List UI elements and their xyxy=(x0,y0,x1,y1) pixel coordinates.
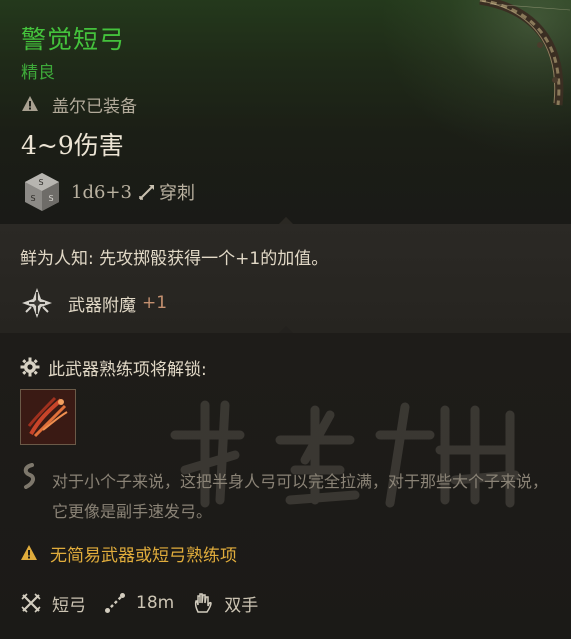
item-tooltip: 警觉短弓 精良 盖尔已装备 4~9伤害 S S S 1d6+3 穿刺 鲜为人知:… xyxy=(0,0,571,639)
weapon-type-text: 短弓 xyxy=(52,595,86,616)
passive-description: 鲜为人知: 先攻掷骰获得一个+1的加值。 xyxy=(20,249,329,269)
enchant-value: +1 xyxy=(142,293,168,313)
handedness-text: 双手 xyxy=(224,595,259,616)
equipped-by-text: 盖尔已装备 xyxy=(52,96,137,117)
svg-text:S: S xyxy=(38,178,43,187)
range-stat: 18m xyxy=(104,592,174,614)
equipped-row: 盖尔已装备 xyxy=(21,92,137,117)
unlock-label: 此武器熟练项将解锁: xyxy=(48,359,207,380)
piercing-arrow-icon xyxy=(139,185,154,200)
unlock-row: 此武器熟练项将解锁: xyxy=(20,354,207,380)
handedness-stat: 双手 xyxy=(192,591,258,616)
quote-icon xyxy=(23,463,36,489)
dice-icon: S S S xyxy=(25,173,59,211)
enchant-label: 武器附魔 xyxy=(68,295,136,316)
damage-dice-row: S S S 1d6+3 穿刺 xyxy=(21,170,195,214)
item-name: 警觉短弓 xyxy=(21,25,126,54)
passive-section: 鲜为人知: 先攻掷骰获得一个+1的加值。 武器附魔 +1 xyxy=(0,224,571,333)
svg-text:S: S xyxy=(30,194,35,203)
weapon-action-icon xyxy=(21,390,75,444)
gear-icon xyxy=(20,357,40,377)
weapon-type-stat: 短弓 xyxy=(20,591,86,616)
item-rarity: 精良 xyxy=(21,63,55,83)
warning-triangle-icon xyxy=(22,96,38,111)
warning-triangle-icon xyxy=(21,545,37,560)
range-text: 18m xyxy=(136,593,175,613)
bow-art-icon xyxy=(479,0,571,106)
weapon-action-tile[interactable] xyxy=(20,389,76,445)
tooltip-header: 警觉短弓 精良 盖尔已装备 4~9伤害 S S S 1d6+3 穿刺 xyxy=(0,0,571,224)
damage-range: 4~9伤害 xyxy=(21,131,124,160)
damage-type-text: 穿刺 xyxy=(158,183,195,204)
hand-icon xyxy=(195,593,212,613)
enchant-row: 武器附魔 +1 xyxy=(20,286,167,320)
no-proficiency-warning: 无简易武器或短弓熟练项 xyxy=(50,545,237,566)
svg-text:S: S xyxy=(48,194,53,203)
crossed-blades-icon xyxy=(21,593,41,613)
no-proficiency-row: 无简易武器或短弓熟练项 xyxy=(20,540,237,566)
damage-dice-text: 1d6+3 xyxy=(71,181,132,203)
flavor-text: 对于小个子来说，这把半身人弓可以完全拉满，对于那些大个子来说，它更像是副手速发弓… xyxy=(52,472,549,521)
range-icon xyxy=(105,593,125,613)
weapon-stats-row: 短弓 18m 双手 xyxy=(20,588,276,618)
weapon-enchant-icon xyxy=(22,288,52,318)
